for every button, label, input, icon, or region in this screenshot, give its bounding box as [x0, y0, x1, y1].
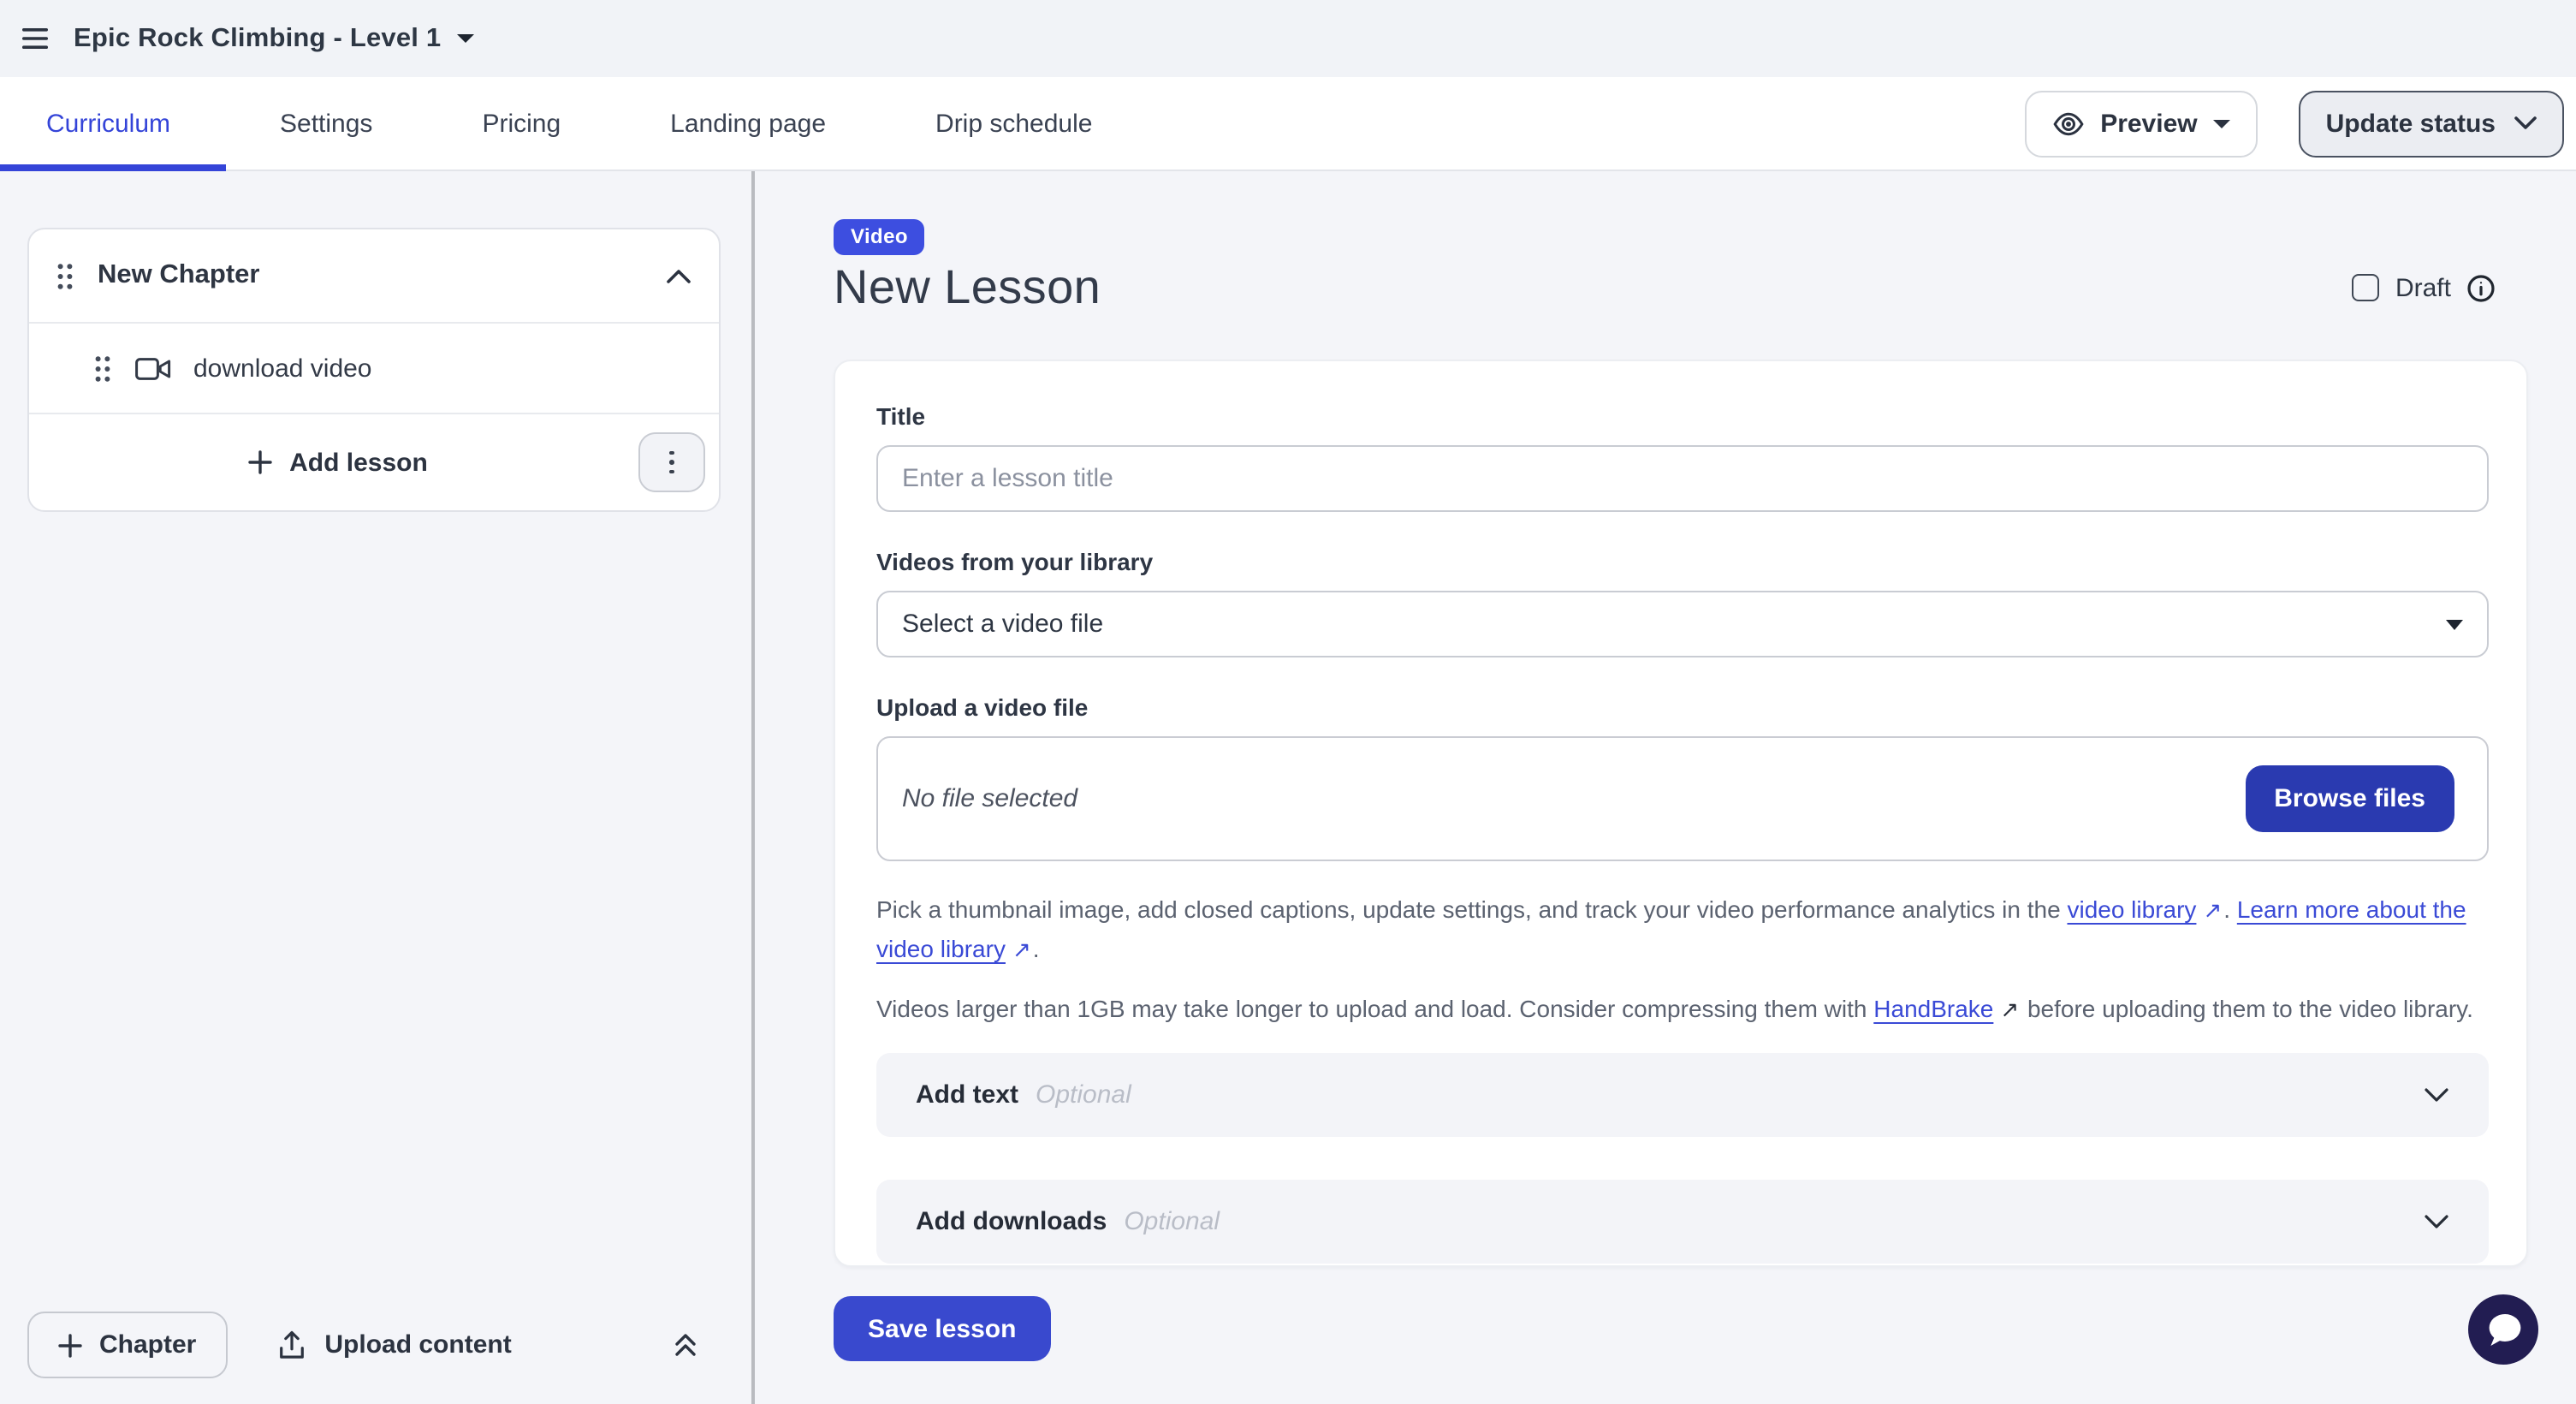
tab-landing-page[interactable]: Landing page — [615, 77, 881, 170]
draft-checkbox[interactable] — [2353, 274, 2380, 301]
tabbar-actions: Preview Update status — [2025, 77, 2576, 170]
video-library-link[interactable]: video library — [2067, 895, 2196, 923]
eye-icon — [2052, 107, 2085, 140]
lesson-title-row: New Lesson Draft — [834, 260, 2528, 315]
tab-drip-schedule[interactable]: Drip schedule — [881, 77, 1147, 170]
external-link-icon: ↗ — [2000, 991, 2019, 1029]
update-status-button[interactable]: Update status — [2299, 90, 2564, 157]
chapter-header[interactable]: New Chapter — [29, 229, 719, 322]
tab-pricing[interactable]: Pricing — [427, 77, 615, 170]
plus-icon — [58, 1333, 82, 1357]
add-chapter-button[interactable]: Chapter — [27, 1312, 227, 1378]
curriculum-sidebar: New Chapter dow — [0, 171, 755, 1404]
video-camera-icon — [135, 355, 171, 381]
lesson-form-card: Title Videos from your library Select a … — [834, 360, 2528, 1267]
lesson-title: download video — [193, 354, 372, 383]
preview-button[interactable]: Preview — [2025, 90, 2257, 157]
page-title: New Lesson — [834, 260, 1101, 315]
draft-label: Draft — [2395, 273, 2451, 302]
video-library-help-text: Pick a thumbnail image, add closed capti… — [876, 890, 2489, 969]
upload-content-label: Upload content — [324, 1330, 511, 1359]
add-downloads-label: Add downloads — [916, 1207, 1107, 1236]
draft-toggle-row: Draft — [2353, 273, 2496, 302]
caret-down-icon — [2446, 619, 2463, 629]
save-lesson-button[interactable]: Save lesson — [834, 1296, 1050, 1361]
upload-content-button[interactable]: Upload content — [276, 1329, 511, 1361]
kebab-icon — [669, 450, 674, 474]
video-library-select-value: Select a video file — [902, 610, 1103, 639]
library-field-label: Videos from your library — [876, 548, 2489, 577]
hamburger-menu-icon[interactable] — [22, 27, 48, 50]
double-chevron-up-icon — [671, 1330, 700, 1359]
chevron-down-icon — [2424, 1087, 2449, 1103]
add-text-label: Add text — [916, 1080, 1018, 1110]
tabbar: Curriculum Settings Pricing Landing page… — [0, 77, 2576, 171]
add-chapter-label: Chapter — [99, 1330, 196, 1359]
file-upload-dropzone[interactable]: No file selected Browse files — [876, 736, 2489, 861]
chapter-title: New Chapter — [98, 260, 260, 291]
lesson-editor: Video New Lesson Draft Title — [755, 171, 2576, 1404]
tab-settings[interactable]: Settings — [225, 77, 427, 170]
external-link-icon: ↗ — [1012, 931, 1031, 969]
add-lesson-button[interactable]: Add lesson — [248, 448, 500, 477]
plus-icon — [248, 450, 272, 474]
lesson-type-badge: Video — [834, 219, 925, 255]
drag-handle-icon[interactable] — [56, 261, 74, 290]
title-field-label: Title — [876, 402, 2489, 431]
app-window: Epic Rock Climbing - Level 1 Curriculum … — [0, 0, 2576, 1404]
chat-bubble-icon — [2468, 1294, 2538, 1365]
caret-down-icon — [456, 34, 473, 43]
upload-field-label: Upload a video file — [876, 693, 2489, 723]
compression-help-text: Videos larger than 1GB may take longer t… — [876, 990, 2489, 1029]
topbar: Epic Rock Climbing - Level 1 — [0, 0, 2576, 77]
sidebar-footer: Chapter Upload content — [0, 1286, 751, 1404]
chat-widget-button[interactable] — [2468, 1294, 2538, 1365]
update-status-label: Update status — [2326, 109, 2496, 138]
add-text-section[interactable]: Add text Optional — [876, 1053, 2489, 1137]
info-icon[interactable] — [2466, 273, 2496, 302]
lesson-title-input[interactable] — [876, 445, 2489, 512]
tab-curriculum[interactable]: Curriculum — [0, 77, 225, 170]
external-link-icon: ↗ — [2203, 892, 2222, 930]
content-area: New Chapter dow — [0, 171, 2576, 1404]
chevron-down-icon — [2424, 1214, 2449, 1229]
chevron-up-icon[interactable] — [666, 268, 691, 283]
browse-files-button[interactable]: Browse files — [2245, 765, 2454, 832]
caret-down-icon — [2213, 119, 2230, 128]
no-file-text: No file selected — [902, 784, 1077, 813]
add-downloads-section[interactable]: Add downloads Optional — [876, 1180, 2489, 1264]
optional-label: Optional — [1124, 1207, 1220, 1236]
drag-handle-icon[interactable] — [94, 354, 111, 383]
optional-label: Optional — [1036, 1080, 1131, 1110]
course-switcher[interactable]: Epic Rock Climbing - Level 1 — [74, 23, 473, 54]
tab-list: Curriculum Settings Pricing Landing page… — [0, 77, 1147, 170]
chapter-card: New Chapter dow — [27, 228, 721, 512]
preview-button-label: Preview — [2100, 109, 2197, 138]
chapter-menu-button[interactable] — [638, 432, 705, 492]
lesson-row[interactable]: download video — [29, 324, 719, 413]
collapse-all-button[interactable] — [671, 1330, 700, 1359]
video-library-select[interactable]: Select a video file — [876, 591, 2489, 657]
add-lesson-label: Add lesson — [289, 448, 428, 477]
course-title: Epic Rock Climbing - Level 1 — [74, 23, 441, 54]
upload-icon — [276, 1329, 306, 1361]
add-lesson-row: Add lesson — [29, 414, 719, 510]
handbrake-link[interactable]: HandBrake — [1873, 995, 1993, 1022]
chevron-down-icon — [2514, 116, 2537, 130]
